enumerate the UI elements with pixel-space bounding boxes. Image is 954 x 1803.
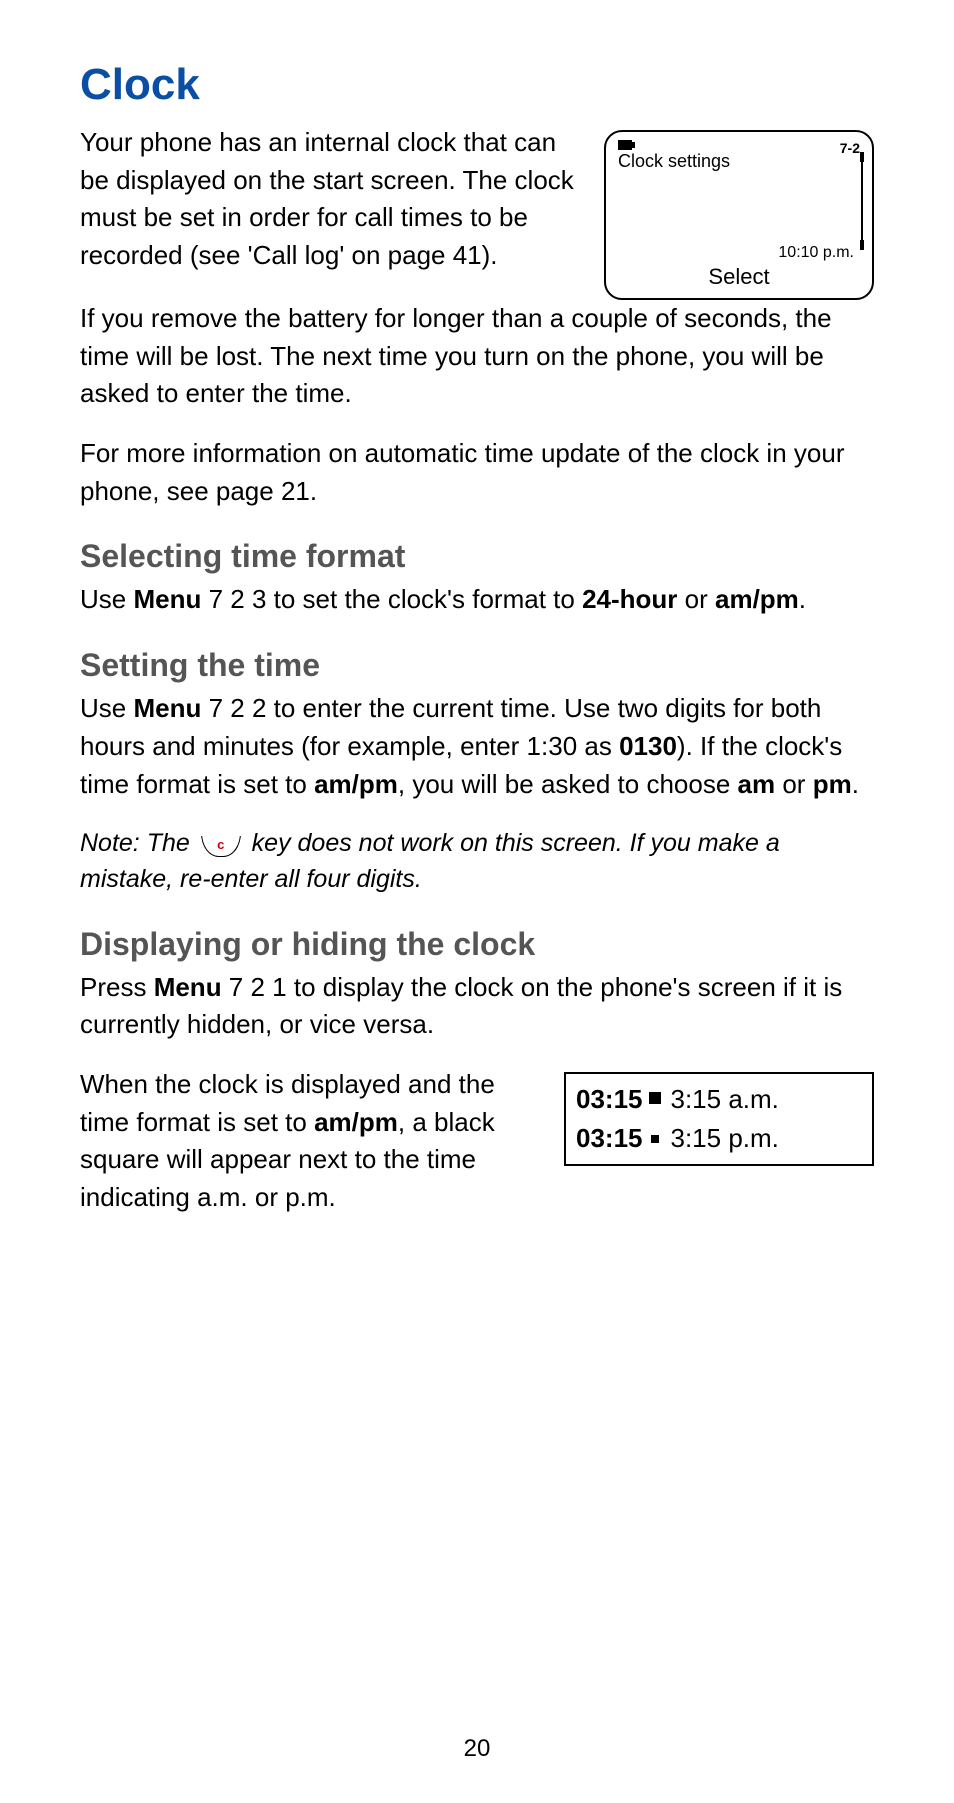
phone-scrollbar xyxy=(860,152,864,250)
section-displaying-hiding-clock: Displaying or hiding the clock xyxy=(80,926,874,963)
section-setting-the-time: Setting the time xyxy=(80,647,874,684)
time-bold-pm: 03:15 xyxy=(576,1119,643,1158)
phone-menu-number: 7-2 xyxy=(840,140,860,156)
phone-menu-title: Clock settings xyxy=(618,152,730,172)
sec3-paragraph-2: When the clock is displayed and the time… xyxy=(80,1066,534,1217)
sec1-paragraph: Use Menu 7 2 3 to set the clock's format… xyxy=(80,581,874,619)
ampm-indicator-figure: 03:15 3:15 a.m. 03:15 3:15 p.m. xyxy=(564,1072,874,1166)
sec3-paragraph-1: Press Menu 7 2 1 to display the clock on… xyxy=(80,969,874,1044)
page-number: 20 xyxy=(0,1735,954,1763)
sec2-paragraph: Use Menu 7 2 2 to enter the current time… xyxy=(80,690,874,803)
phone-screen-figure: Clock settings 7-2 10:10 p.m. Select xyxy=(604,130,874,300)
battery-icon xyxy=(618,140,632,150)
c-key-icon: c xyxy=(201,833,241,857)
battery-paragraph: If you remove the battery for longer tha… xyxy=(80,300,874,413)
phone-softkey-label: Select xyxy=(618,264,860,290)
am-square-icon xyxy=(649,1092,661,1104)
phone-time: 10:10 p.m. xyxy=(778,244,854,262)
time-bold-am: 03:15 xyxy=(576,1080,643,1119)
page-title: Clock xyxy=(80,60,874,110)
section-selecting-time-format: Selecting time format xyxy=(80,538,874,575)
intro-paragraph: Your phone has an internal clock that ca… xyxy=(80,124,574,275)
auto-update-paragraph: For more information on automatic time u… xyxy=(80,435,874,510)
pm-square-icon xyxy=(651,1135,659,1143)
time-plain-pm: 3:15 p.m. xyxy=(671,1119,779,1158)
time-plain-am: 3:15 a.m. xyxy=(671,1080,779,1119)
sec2-note: Note: The c key does not work on this sc… xyxy=(80,825,874,898)
